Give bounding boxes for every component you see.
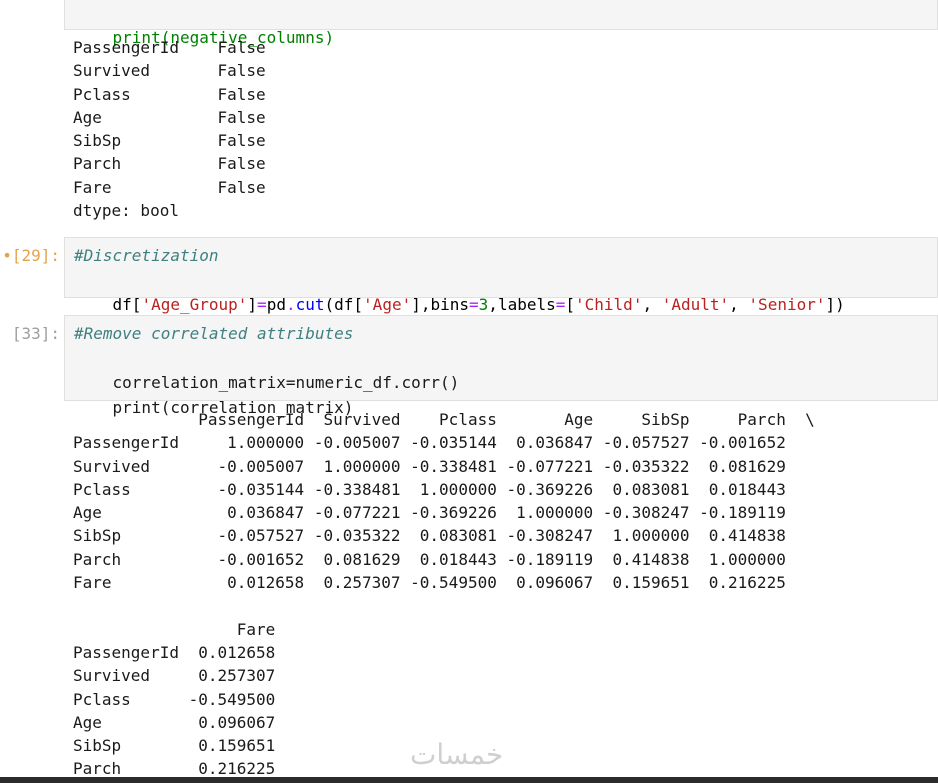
table-row: PassengerId 1.000000 -0.005007 -0.035144…: [73, 433, 786, 453]
code-line: df['Age_Group']=pd.cut(df['Age'],bins=3,…: [112, 295, 845, 314]
code-line: print(negative_columns): [74, 0, 928, 47]
table-row: Parch -0.001652 0.081629 0.018443 -0.189…: [73, 549, 786, 569]
output-row: Survived False: [73, 61, 266, 81]
table-row: PassengerId 0.012658: [73, 642, 276, 662]
code-cell-33[interactable]: #Remove correlated attributes correlatio…: [64, 315, 938, 417]
output-negative-columns: PassengerId False Survived False Pclass …: [73, 36, 266, 222]
table-row: Age 0.096067: [73, 712, 276, 732]
table-row: Survived -0.005007 1.000000 -0.338481 -0…: [73, 456, 786, 476]
output-row: Age False: [73, 107, 266, 127]
table-row: Age 0.036847 -0.077221 -0.369226 1.00000…: [73, 503, 786, 523]
code-line: correlation_matrix=numeric_df.corr(): [74, 347, 928, 392]
output-row: Fare False: [73, 177, 266, 197]
table-row: Pclass -0.035144 -0.338481 1.000000 -0.3…: [73, 479, 786, 499]
bottom-bar: [0, 777, 938, 783]
cell-prompt-33: [33]:: [11, 324, 60, 343]
table-header: Fare: [73, 619, 276, 639]
output-row: Pclass False: [73, 84, 266, 104]
table-row: Survived 0.257307: [73, 666, 276, 686]
output-correlation-matrix: PassengerId Survived Pclass Age SibSp Pa…: [73, 408, 815, 781]
comment-line: #Discretization: [74, 246, 219, 265]
table-row: Fare 0.012658 0.257307 -0.549500 0.09606…: [73, 573, 786, 593]
comment-line: #Remove correlated attributes: [74, 324, 354, 343]
output-row: SibSp False: [73, 131, 266, 151]
corr-assignment: correlation_matrix=numeric_df.corr(): [112, 373, 460, 392]
output-row: PassengerId False: [73, 38, 266, 57]
code-cell-top[interactable]: print(negative_columns): [64, 0, 938, 47]
table-row: Pclass -0.549500: [73, 689, 276, 709]
output-row: Parch False: [73, 154, 266, 174]
cell-prompt-29: •[29]:: [2, 246, 60, 265]
table-row: SibSp -0.057527 -0.035322 0.083081 -0.30…: [73, 526, 786, 546]
watermark-logo: خمسات: [410, 738, 504, 771]
output-row: dtype: bool: [73, 201, 179, 221]
table-header: PassengerId Survived Pclass Age SibSp Pa…: [73, 410, 815, 429]
code-cell-29[interactable]: #Discretization df['Age_Group']=pd.cut(d…: [64, 237, 938, 314]
